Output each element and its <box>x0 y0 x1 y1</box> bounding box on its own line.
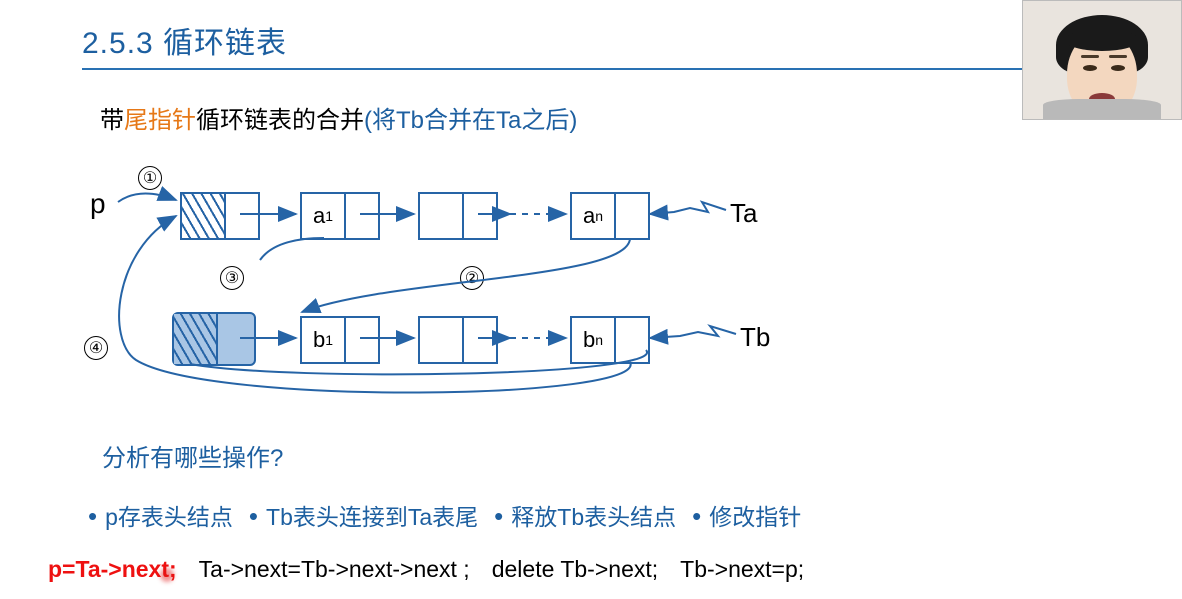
subtitle-highlight: 尾指针 <box>124 107 196 134</box>
section-title: 2.5.3 循环链表 <box>82 18 287 62</box>
laser-pointer-dot <box>160 568 174 582</box>
subtitle-mid: 循环链表的合并 <box>196 107 364 134</box>
op-4: 修改指针 <box>682 498 801 532</box>
code-1: p=Ta->next; <box>48 556 177 583</box>
subtitle-paren: (将Tb合并在Ta之后) <box>364 107 577 134</box>
code-4: Tb->next=p; <box>680 556 804 583</box>
code-3: delete Tb->next; <box>492 556 658 583</box>
presenter-webcam <box>1022 0 1182 120</box>
subtitle-pre: 带 <box>100 107 124 134</box>
diagram-arrows <box>90 150 810 415</box>
code-2: Ta->next=Tb->next->next ; <box>199 556 470 583</box>
subtitle: 带尾指针循环链表的合并(将Tb合并在Ta之后) <box>100 100 577 135</box>
title-row: 2.5.3 循环链表 <box>0 0 1182 70</box>
op-1: p存表头结点 <box>78 498 233 532</box>
linked-list-diagram: p ① ② ③ ④ a1 an Ta b1 bn Tb <box>90 150 810 415</box>
title-underline <box>82 68 1147 70</box>
op-2: Tb表头连接到Ta表尾 <box>239 498 478 532</box>
analysis-question: 分析有哪些操作? <box>102 438 283 473</box>
op-3: 释放Tb表头结点 <box>484 498 676 532</box>
operations-row: p存表头结点 Tb表头连接到Ta表尾 释放Tb表头结点 修改指针 <box>78 498 801 532</box>
